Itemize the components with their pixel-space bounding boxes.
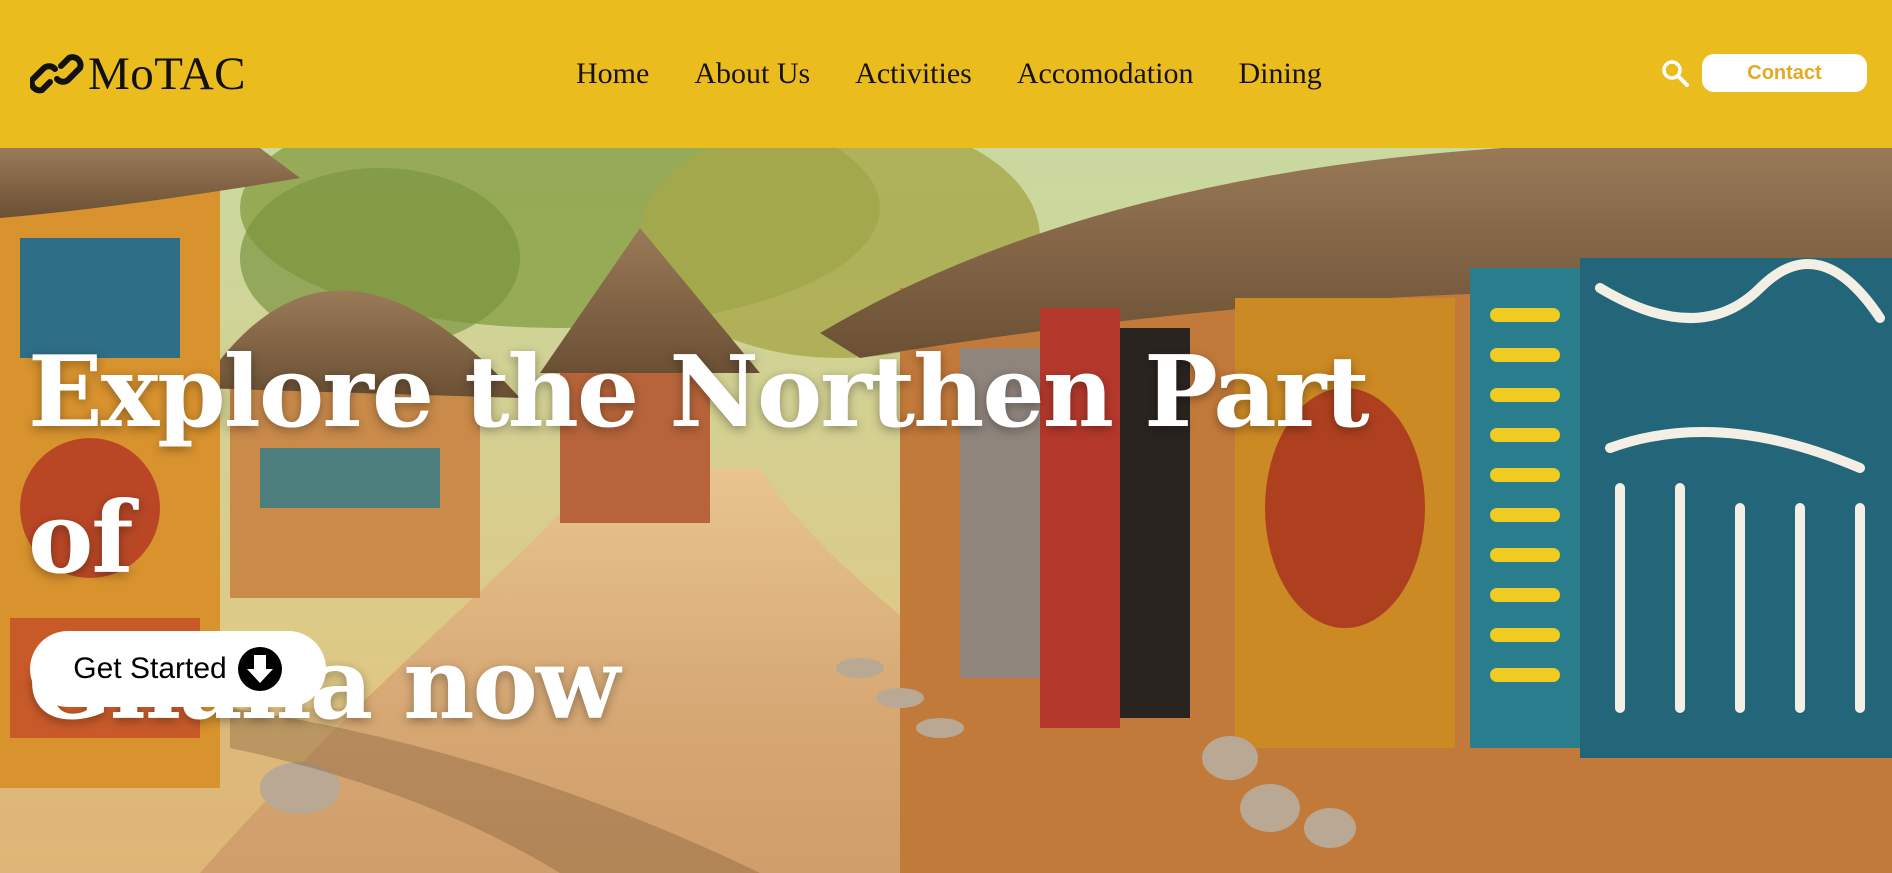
chain-link-icon <box>30 54 84 94</box>
site-header: MoTAC Home About Us Activities Accomodat… <box>0 0 1892 148</box>
logo[interactable]: MoTAC <box>30 46 246 102</box>
nav-item-activities[interactable]: Activities <box>855 59 972 89</box>
search-icon[interactable] <box>1660 58 1690 88</box>
logo-text: MoTAC <box>88 47 247 100</box>
main-nav: Home About Us Activities Accomodation Di… <box>576 52 1322 96</box>
get-started-button[interactable]: Get Started <box>30 631 326 707</box>
arrow-down-circle-icon <box>237 647 282 691</box>
hero-section: Explore the Northen Part of Ghana now Ge… <box>0 148 1892 873</box>
hero-title-line-1: Explore the Northen Part of <box>28 335 1370 596</box>
nav-item-accomodation[interactable]: Accomodation <box>1017 59 1194 89</box>
nav-item-dining[interactable]: Dining <box>1238 59 1321 89</box>
contact-button[interactable]: Contact <box>1702 54 1867 92</box>
nav-item-home[interactable]: Home <box>576 59 649 89</box>
nav-item-about-us[interactable]: About Us <box>694 59 810 89</box>
get-started-label: Get Started <box>73 652 227 685</box>
